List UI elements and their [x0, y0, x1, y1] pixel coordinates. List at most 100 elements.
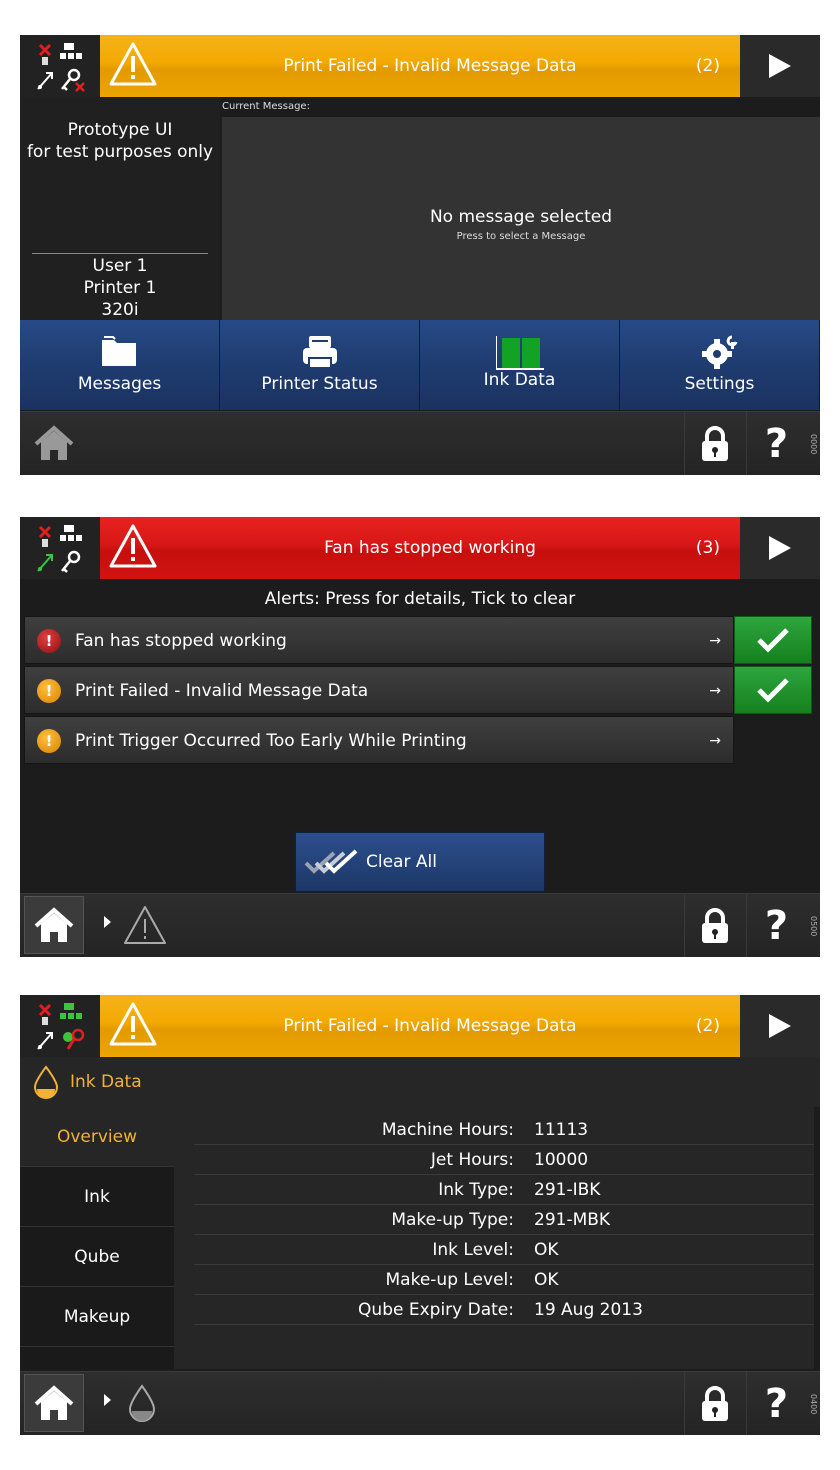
printer-model: 320i [101, 300, 139, 320]
data-value: 291-IBK [534, 1180, 601, 1200]
help-button[interactable]: ? [746, 412, 806, 475]
system-status-icon [37, 43, 85, 92]
status-icons[interactable] [20, 517, 100, 579]
breadcrumb-arrow-icon [104, 916, 111, 928]
home-icon [34, 907, 74, 942]
prototype-label: Prototype UI [67, 120, 173, 140]
alert-text: Print Failed - Invalid Message Data [283, 1016, 577, 1036]
bottom-bar: ? 0000 [20, 411, 820, 475]
alerts-header: Alerts: Press for details, Tick to clear [264, 589, 576, 609]
data-row: Make-up Level: OK [194, 1265, 814, 1295]
status-icons[interactable] [20, 995, 100, 1057]
data-row: Ink Level: OK [194, 1235, 814, 1265]
data-row: Make-up Type: 291-MBK [194, 1205, 814, 1235]
tab-qube[interactable]: Qube [20, 1227, 174, 1287]
bottom-bar: ? 0400 [20, 1371, 820, 1435]
home-screen: Print Failed - Invalid Message Data (2) … [20, 35, 820, 475]
messages-label: Messages [77, 374, 162, 394]
bottom-bar: ? 0500 [20, 893, 820, 957]
ink-level-icon [495, 336, 544, 370]
ink-drop-icon [33, 1065, 59, 1099]
warning-icon: ! [37, 679, 61, 703]
play-arrow-icon [769, 54, 791, 78]
screen-code: 0500 [809, 916, 818, 937]
divider [32, 253, 208, 254]
ink-data-screen: Print Failed - Invalid Message Data (2) … [20, 995, 820, 1435]
next-alert-button[interactable] [740, 35, 820, 97]
top-bar: Print Failed - Invalid Message Data (2) [20, 995, 820, 1057]
play-arrow-icon [769, 536, 791, 560]
alert-item[interactable]: ! Print Trigger Occurred Too Early While… [24, 716, 734, 764]
current-message-area[interactable]: No message selected Press to select a Me… [222, 117, 820, 320]
alert-item-text: Print Trigger Occurred Too Early While P… [75, 731, 467, 751]
messages-button[interactable]: Messages [20, 320, 220, 410]
home-button[interactable] [24, 1374, 84, 1432]
alert-item-text: Print Failed - Invalid Message Data [75, 681, 369, 701]
clear-alert-button[interactable] [734, 666, 812, 714]
help-button[interactable]: ? [746, 1372, 806, 1435]
lock-button[interactable] [684, 412, 744, 475]
arrow-right-icon: → [709, 633, 721, 649]
page-header: Ink Data [20, 1057, 820, 1107]
data-row: Machine Hours: 11113 [194, 1115, 814, 1145]
printer-icon [302, 336, 337, 369]
printer-status-button[interactable]: Printer Status [220, 320, 420, 410]
alert-item[interactable]: ! Fan has stopped working → [24, 616, 734, 664]
page-title: Ink Data [70, 1072, 142, 1092]
printer-status-label: Printer Status [261, 374, 378, 394]
data-value: OK [534, 1270, 559, 1290]
data-value: 291-MBK [534, 1210, 611, 1230]
checkmark-icon [757, 678, 789, 703]
home-button[interactable] [24, 896, 84, 954]
tab-makeup[interactable]: Makeup [20, 1287, 174, 1347]
system-status-icon [37, 525, 82, 573]
settings-button[interactable]: Settings [620, 320, 820, 410]
alert-count: (2) [695, 56, 720, 76]
clear-all-button[interactable]: Clear All [295, 832, 545, 892]
ink-drop-icon [128, 1384, 156, 1422]
lock-button[interactable] [684, 1372, 744, 1435]
alert-text: Print Failed - Invalid Message Data [283, 56, 577, 76]
data-row: Qube Expiry Date: 19 Aug 2013 [194, 1295, 814, 1325]
home-icon [34, 425, 74, 460]
error-icon: ! [37, 629, 61, 653]
alert-banner[interactable]: Print Failed - Invalid Message Data (2) [100, 35, 740, 97]
warning-icon: ! [37, 729, 61, 753]
breadcrumb-arrow-icon [104, 1394, 111, 1406]
overview-panel: Machine Hours: 11113 Jet Hours: 10000 In… [174, 1107, 814, 1369]
data-value: 11113 [534, 1120, 589, 1140]
data-value: 19 Aug 2013 [534, 1300, 643, 1320]
alert-banner[interactable]: Fan has stopped working (3) [100, 517, 740, 579]
clear-alert-button[interactable] [734, 616, 812, 664]
data-label: Qube Expiry Date: [358, 1300, 514, 1320]
warning-triangle-icon [124, 906, 166, 944]
alert-item-text: Fan has stopped working [75, 631, 287, 651]
padlock-icon [701, 1386, 728, 1421]
home-button[interactable] [24, 414, 84, 472]
arrow-right-icon: → [709, 733, 721, 749]
tab-ink[interactable]: Ink [20, 1167, 174, 1227]
data-label: Ink Level: [432, 1240, 514, 1260]
alert-item[interactable]: ! Print Failed - Invalid Message Data → [24, 666, 734, 714]
lock-button[interactable] [684, 894, 744, 957]
data-row: Jet Hours: 10000 [194, 1145, 814, 1175]
data-label: Make-up Level: [385, 1270, 515, 1290]
clear-all-label: Clear All [366, 852, 437, 872]
settings-gear-icon [701, 335, 737, 369]
data-label: Machine Hours: [381, 1120, 514, 1140]
alert-banner[interactable]: Print Failed - Invalid Message Data (2) [100, 995, 740, 1057]
screen-code: 0400 [809, 1394, 818, 1415]
tab-overview[interactable]: Overview [20, 1107, 174, 1167]
folder-icon [101, 336, 136, 366]
alerts-screen: Fan has stopped working (3) Alerts: Pres… [20, 517, 820, 957]
next-alert-button[interactable] [740, 517, 820, 579]
info-panel: Prototype UI for test purposes only User… [20, 97, 220, 320]
play-arrow-icon [769, 1014, 791, 1038]
help-button[interactable]: ? [746, 894, 806, 957]
ink-data-button[interactable]: Ink Data [420, 320, 620, 410]
user-name: User 1 [92, 256, 148, 276]
next-alert-button[interactable] [740, 995, 820, 1057]
prototype-sublabel: for test purposes only [26, 142, 214, 162]
status-icons[interactable] [20, 35, 100, 97]
top-bar: Print Failed - Invalid Message Data (2) [20, 35, 820, 97]
